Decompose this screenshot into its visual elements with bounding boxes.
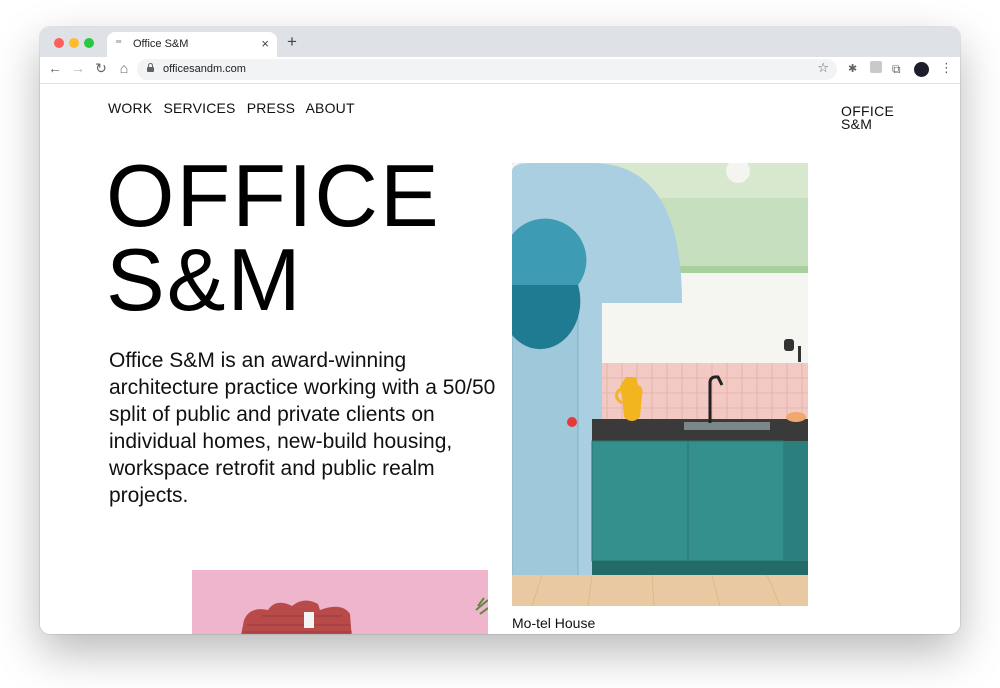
reload-icon[interactable]: ↻ bbox=[93, 60, 109, 77]
pink-building-photo bbox=[192, 570, 488, 634]
menu-kebab-icon[interactable]: ⋮ bbox=[940, 60, 953, 76]
nav-press[interactable]: PRESS bbox=[247, 100, 295, 116]
close-window-button[interactable] bbox=[54, 38, 64, 48]
home-icon[interactable]: ⌂ bbox=[116, 60, 132, 76]
site-logo[interactable]: OFFICE S&M bbox=[841, 104, 894, 132]
forward-arrow-icon[interactable]: → bbox=[70, 60, 86, 76]
address-bar[interactable]: officesandm.com ☆ bbox=[137, 59, 837, 80]
extension-icon[interactable]: ✱ bbox=[848, 62, 857, 75]
secondary-project-image[interactable] bbox=[192, 570, 488, 634]
browser-toolbar: ← → ↻ ⌂ officesandm.com ☆ ✱ ⧉ ⋮ bbox=[40, 57, 960, 84]
hero-title-line-1: OFFICE bbox=[106, 146, 441, 245]
back-arrow-icon[interactable]: ← bbox=[47, 60, 63, 76]
new-tab-button[interactable]: + bbox=[287, 32, 297, 52]
main-nav: WORK SERVICES PRESS ABOUT bbox=[108, 100, 362, 116]
project-caption[interactable]: Mo-tel House bbox=[512, 615, 595, 631]
practice-description: Office S&M is an award-winning architect… bbox=[109, 349, 496, 507]
kitchen-photo bbox=[512, 163, 808, 606]
nav-services[interactable]: SERVICES bbox=[163, 100, 235, 116]
maximize-window-button[interactable] bbox=[84, 38, 94, 48]
browser-window: ≡≡ Office S&M × + ← → ↻ ⌂ officesandm.co… bbox=[40, 27, 960, 634]
nav-work[interactable]: WORK bbox=[108, 100, 152, 116]
tab-strip: ≡≡ Office S&M × + bbox=[40, 27, 960, 57]
minimize-window-button[interactable] bbox=[69, 38, 79, 48]
favicon-icon: ≡≡ bbox=[116, 39, 122, 45]
close-tab-icon[interactable]: × bbox=[261, 36, 269, 51]
profile-avatar[interactable] bbox=[914, 62, 929, 77]
url-text[interactable]: officesandm.com bbox=[163, 63, 246, 75]
puzzle-extensions-icon[interactable]: ⧉ bbox=[892, 62, 901, 77]
hero-title-line-2: S&M bbox=[106, 230, 303, 329]
nav-about[interactable]: ABOUT bbox=[306, 100, 355, 116]
browser-tab-active[interactable]: ≡≡ Office S&M × bbox=[107, 32, 277, 57]
lock-icon bbox=[147, 63, 154, 72]
logo-line-2: S&M bbox=[841, 116, 873, 132]
tab-title: Office S&M bbox=[133, 38, 189, 50]
bookmark-star-icon[interactable]: ☆ bbox=[817, 60, 829, 76]
featured-project-image[interactable] bbox=[512, 163, 808, 606]
hero-title: OFFICE S&M bbox=[106, 146, 441, 329]
webpage: WORK SERVICES PRESS ABOUT OFFICE S&M OFF… bbox=[40, 84, 960, 634]
extension-k-icon[interactable] bbox=[870, 61, 882, 73]
